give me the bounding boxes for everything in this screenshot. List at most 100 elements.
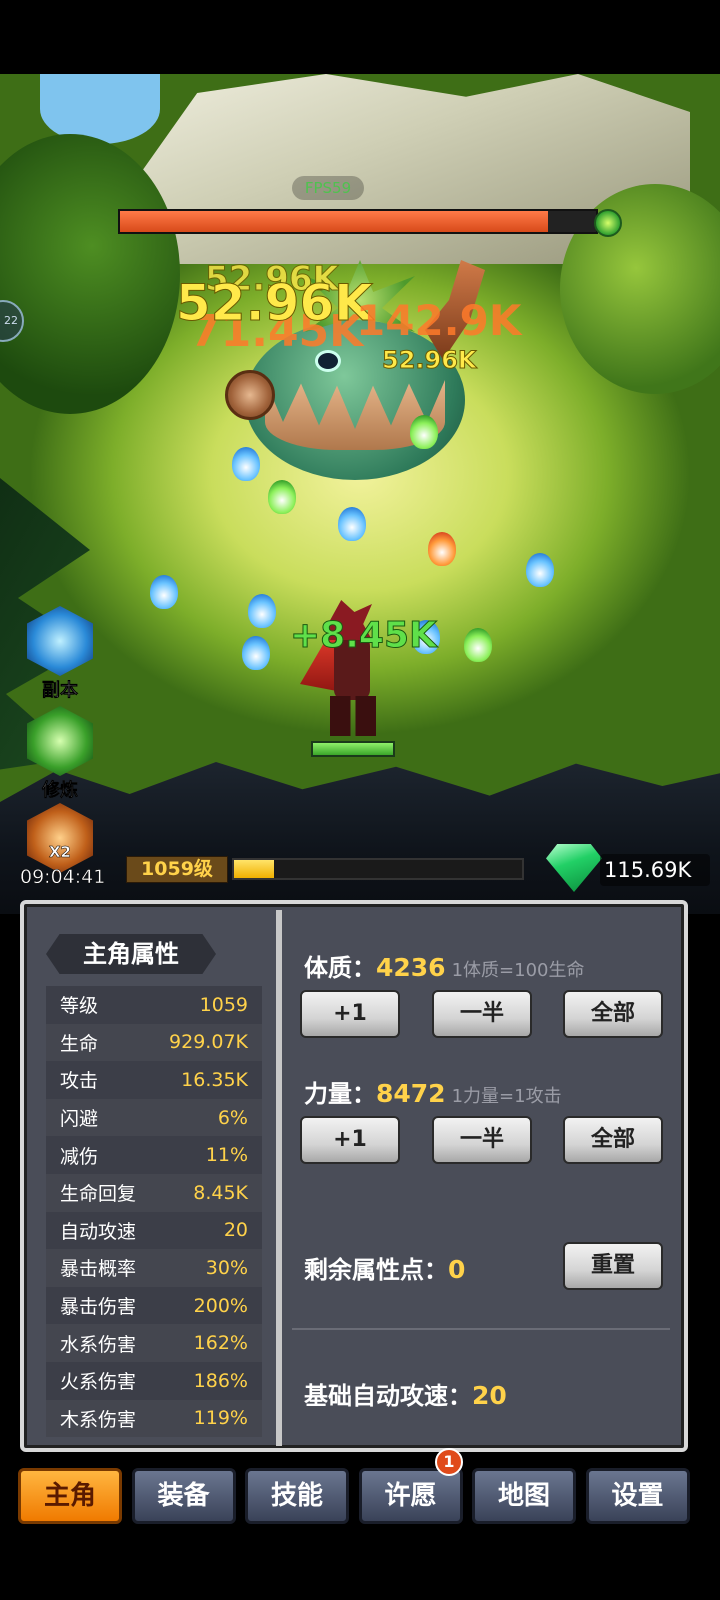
- attribute-value: 119%: [193, 1407, 248, 1430]
- attribute-row: 自动攻速 20: [46, 1211, 262, 1250]
- attribute-name: 水系伤害: [60, 1333, 137, 1356]
- strength-hint: 1力量=1攻击: [451, 1086, 562, 1107]
- heal-number: +8.45K: [290, 615, 438, 656]
- panel-divider: [276, 910, 282, 1446]
- damage-number: 52.96K: [382, 346, 478, 374]
- attribute-name: 等级: [60, 995, 99, 1018]
- attribute-list: 等级 1059 生命 929.07K 攻击 16.35K 闪避 6% 减伤 11% 生命回复 8.45…: [46, 986, 262, 1438]
- gem-count: 115.69K: [600, 854, 710, 886]
- attribute-row: 生命回复 8.45K: [46, 1173, 262, 1212]
- attribute-name: 暴击概率: [60, 1258, 137, 1281]
- boss-hp-fill: [120, 211, 549, 232]
- attribute-row: 水系伤害 162%: [46, 1324, 262, 1362]
- attribute-row: 等级 1059: [46, 986, 262, 1024]
- constitution-half-button[interactable]: 一半: [432, 990, 532, 1038]
- train-label: 修炼: [42, 780, 79, 802]
- x2-label: X2: [48, 843, 72, 862]
- strength-label: 力量：: [304, 1080, 376, 1108]
- attribute-value: 8.45K: [193, 1181, 248, 1204]
- remaining-points-label: 剩余属性点：: [304, 1256, 448, 1284]
- attribute-name: 攻击: [60, 1070, 99, 1093]
- hero-hp-bar: [311, 741, 395, 757]
- attribute-value: 929.07K: [169, 1031, 248, 1054]
- strength-line: 力量：8472 1力量=1攻击: [304, 1074, 562, 1109]
- tab-hero[interactable]: 主角: [18, 1468, 122, 1524]
- water-wisp-projectile: [150, 575, 178, 609]
- attribute-value: 1059: [199, 993, 248, 1016]
- tab-equipment[interactable]: 装备: [131, 1468, 236, 1524]
- attribute-value: 30%: [205, 1256, 248, 1279]
- attribute-title: 主角属性: [46, 934, 216, 974]
- base-attack-speed-label: 基础自动攻速：: [304, 1382, 472, 1410]
- boss-element-icon: [594, 209, 622, 237]
- dungeon-label: 副本: [42, 680, 79, 702]
- constitution-plus-one-button[interactable]: +1: [300, 990, 400, 1038]
- attribute-value: 11%: [205, 1144, 248, 1167]
- fire-wisp-projectile: [428, 532, 456, 566]
- wood-wisp-projectile: [268, 480, 296, 514]
- attribute-value: 200%: [193, 1294, 248, 1317]
- attribute-row: 暴击概率 30%: [46, 1249, 262, 1287]
- bottom-tab-bar: 主角 装备 技能 许愿 地图 设置: [0, 1462, 720, 1528]
- attribute-row: 火系伤害 186%: [46, 1361, 262, 1400]
- strength-half-button[interactable]: 一半: [432, 1116, 532, 1164]
- tab-wish[interactable]: 许愿: [358, 1468, 463, 1524]
- boss-ram-horn: [225, 370, 275, 420]
- attribute-panel: 主角属性 等级 1059 生命 929.07K 攻击 16.35K 闪避 6% 减伤 11% 生命回…: [20, 900, 688, 1452]
- tab-settings[interactable]: 设置: [585, 1468, 690, 1524]
- constitution-label: 体质：: [304, 954, 376, 982]
- constitution-line: 体质：4236 1体质=100生命: [304, 948, 584, 983]
- boost-timer: 09:04:41: [20, 866, 106, 888]
- attribute-name: 闪避: [60, 1108, 99, 1131]
- hero-legs: [330, 696, 376, 736]
- attribute-name: 火系伤害: [60, 1371, 137, 1394]
- swirl-icon: [27, 706, 93, 776]
- water-wisp-projectile: [526, 553, 554, 587]
- base-attack-speed-line: 基础自动攻速：20: [304, 1376, 507, 1411]
- double-speed-button[interactable]: X2: [26, 803, 94, 873]
- tab-skills[interactable]: 技能: [245, 1468, 349, 1524]
- battle-scene: [0, 74, 720, 914]
- attribute-row: 闪避 6%: [46, 1098, 262, 1137]
- constitution-value: 4236: [376, 953, 446, 982]
- attribute-value: 6%: [217, 1106, 248, 1129]
- train-button[interactable]: 修炼: [26, 706, 94, 802]
- wood-wisp-projectile: [410, 415, 438, 449]
- xp-bar: [232, 858, 524, 880]
- attribute-value: 20: [223, 1219, 248, 1242]
- strength-plus-one-button[interactable]: +1: [300, 1116, 400, 1164]
- sky: [40, 74, 160, 144]
- water-wisp-projectile: [232, 447, 260, 481]
- remaining-points-line: 剩余属性点：0: [304, 1250, 465, 1285]
- attribute-row: 暴击伤害 200%: [46, 1286, 262, 1325]
- attribute-row: 木系伤害 119%: [46, 1399, 262, 1438]
- damage-number: 52.96K: [176, 274, 374, 332]
- attribute-name: 减伤: [60, 1145, 99, 1168]
- pot-icon: X2: [27, 803, 93, 873]
- damage-number: 142.9K: [356, 296, 522, 345]
- foreground-rocks: [0, 762, 720, 914]
- constitution-all-button[interactable]: 全部: [563, 990, 663, 1038]
- player-level: 1059级: [126, 856, 228, 883]
- attribute-row: 减伤 11%: [46, 1136, 262, 1174]
- fps-counter: FPS59: [292, 176, 364, 200]
- xp-fill: [234, 860, 275, 878]
- water-wisp-projectile: [242, 636, 270, 670]
- strength-all-button[interactable]: 全部: [563, 1116, 663, 1164]
- attribute-name: 生命: [60, 1032, 99, 1055]
- constitution-hint: 1体质=100生命: [451, 960, 585, 981]
- attribute-name: 暴击伤害: [60, 1296, 137, 1319]
- attribute-value: 186%: [193, 1369, 248, 1392]
- reset-button[interactable]: 重置: [563, 1242, 663, 1290]
- water-wisp-projectile: [338, 507, 366, 541]
- dungeon-button[interactable]: 副本: [26, 606, 94, 702]
- attribute-value: 16.35K: [181, 1068, 248, 1091]
- water-wisp-projectile: [248, 594, 276, 628]
- attribute-row: 攻击 16.35K: [46, 1061, 262, 1099]
- base-attack-speed-value: 20: [472, 1381, 507, 1410]
- wood-wisp-projectile: [464, 628, 492, 662]
- tab-map[interactable]: 地图: [472, 1468, 576, 1524]
- remaining-points-value: 0: [448, 1255, 466, 1284]
- attribute-name: 木系伤害: [60, 1408, 137, 1431]
- vortex-icon: [27, 606, 93, 676]
